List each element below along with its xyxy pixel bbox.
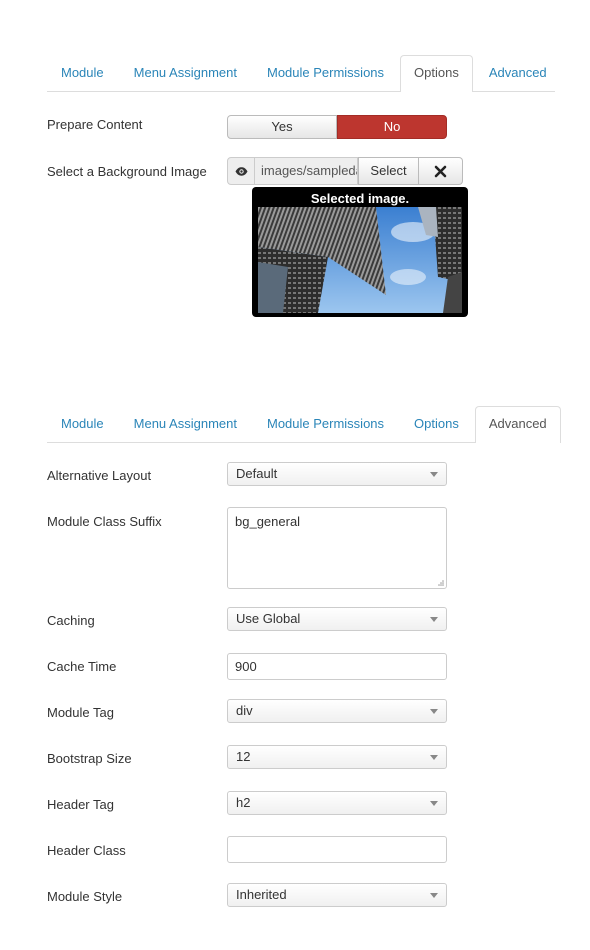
caching-label: Caching xyxy=(47,613,95,628)
module-tag-label: Module Tag xyxy=(47,705,114,720)
module-style-value: Inherited xyxy=(236,887,287,902)
media-field: images/sampledata Select xyxy=(227,157,463,185)
resize-grip-icon[interactable] xyxy=(436,578,444,586)
cache-time-label: Cache Time xyxy=(47,659,117,674)
alternative-layout-value: Default xyxy=(236,466,278,481)
header-class-input[interactable] xyxy=(227,836,447,863)
options-panel: Module Menu Assignment Module Permission… xyxy=(47,55,555,92)
eye-icon[interactable] xyxy=(227,157,255,185)
chevron-down-icon xyxy=(430,472,438,477)
prepare-content-label: Prepare Content xyxy=(47,117,143,132)
chevron-down-icon xyxy=(430,801,438,806)
yes-button[interactable]: Yes xyxy=(227,115,337,139)
tab-module-permissions[interactable]: Module Permissions xyxy=(253,55,398,91)
background-image-row: Select a Background Image images/sampled… xyxy=(47,157,555,327)
clear-image-button[interactable] xyxy=(419,157,463,185)
alternative-layout-select[interactable]: Default xyxy=(227,462,447,486)
header-tag-label: Header Tag xyxy=(47,797,114,812)
preview-caption: Selected image. xyxy=(310,191,410,206)
module-style-select[interactable]: Inherited xyxy=(227,883,447,907)
image-preview: Selected image. xyxy=(252,187,468,317)
tab-bar-bottom: Module Menu Assignment Module Permission… xyxy=(47,406,561,443)
caching-value: Use Global xyxy=(236,611,301,626)
background-image-label: Select a Background Image xyxy=(47,164,207,179)
caching-select[interactable]: Use Global xyxy=(227,607,447,631)
chevron-down-icon xyxy=(430,755,438,760)
advanced-panel: Module Menu Assignment Module Permission… xyxy=(47,406,561,443)
cache-time-input[interactable]: 900 xyxy=(227,653,447,680)
module-class-suffix-label: Module Class Suffix xyxy=(47,514,162,529)
tab-options[interactable]: Options xyxy=(400,406,473,442)
tab-module-permissions[interactable]: Module Permissions xyxy=(253,406,398,442)
module-tag-select[interactable]: div xyxy=(227,699,447,723)
tab-menu-assignment[interactable]: Menu Assignment xyxy=(120,406,251,442)
tab-advanced[interactable]: Advanced xyxy=(475,55,561,91)
preview-image xyxy=(258,207,462,313)
no-button[interactable]: No xyxy=(337,115,447,139)
tab-module[interactable]: Module xyxy=(47,55,118,91)
header-tag-value: h2 xyxy=(236,795,251,810)
module-tag-value: div xyxy=(236,703,253,718)
tab-options[interactable]: Options xyxy=(400,55,473,92)
chevron-down-icon xyxy=(430,617,438,622)
header-class-label: Header Class xyxy=(47,843,126,858)
prepare-content-toggle: Yes No xyxy=(227,115,447,139)
image-path-input[interactable]: images/sampledata xyxy=(255,157,358,185)
module-class-suffix-value: bg_general xyxy=(235,514,301,529)
tab-bar-top: Module Menu Assignment Module Permission… xyxy=(47,55,555,92)
module-class-suffix-textarea[interactable]: bg_general xyxy=(227,507,447,589)
bootstrap-size-select[interactable]: 12 xyxy=(227,745,447,769)
bootstrap-size-value: 12 xyxy=(236,749,251,764)
close-icon xyxy=(434,165,447,177)
module-style-label: Module Style xyxy=(47,889,123,904)
select-image-button[interactable]: Select xyxy=(358,157,419,185)
alternative-layout-label: Alternative Layout xyxy=(47,468,152,483)
bootstrap-size-label: Bootstrap Size xyxy=(47,751,132,766)
tab-module[interactable]: Module xyxy=(47,406,118,442)
tab-advanced[interactable]: Advanced xyxy=(474,406,561,443)
chevron-down-icon xyxy=(430,893,438,898)
chevron-down-icon xyxy=(430,709,438,714)
header-tag-select[interactable]: h2 xyxy=(227,791,447,815)
tab-menu-assignment[interactable]: Menu Assignment xyxy=(120,55,251,91)
